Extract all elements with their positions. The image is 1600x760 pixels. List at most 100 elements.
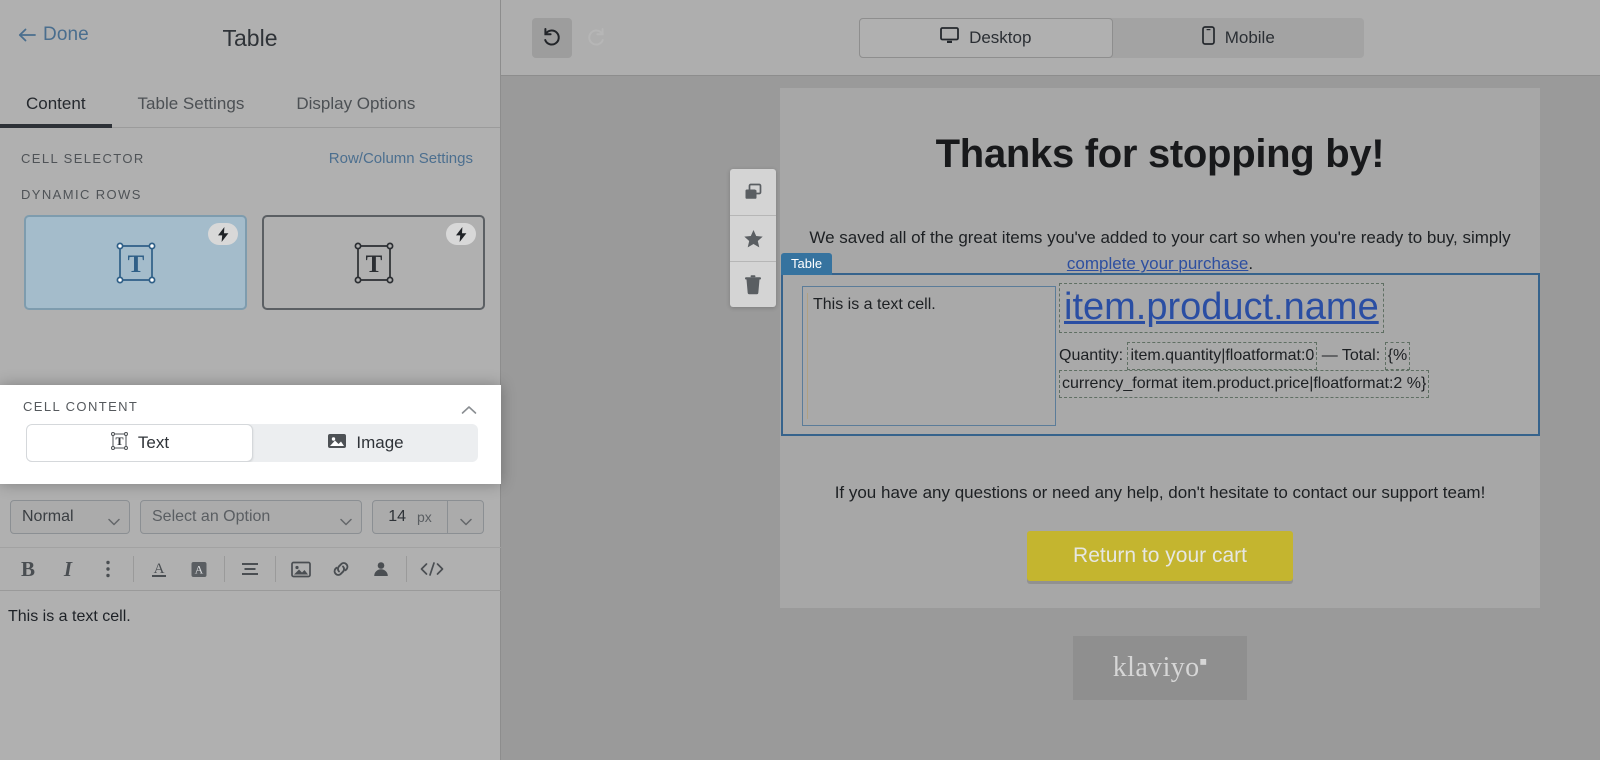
quantity-total-line: Quantity: item.quantity|floatformat:0 — … xyxy=(1059,342,1524,398)
highlight-color-icon[interactable]: A xyxy=(179,549,219,589)
paragraph-style-select[interactable]: Normal xyxy=(10,500,130,534)
favorite-star-icon[interactable] xyxy=(730,215,776,261)
table-cell-left-text: This is a text cell. xyxy=(813,296,936,313)
insert-image-icon[interactable] xyxy=(281,549,321,589)
email-body: Thanks for stopping by! We saved all of … xyxy=(780,88,1540,278)
cell-content-text-label: Text xyxy=(138,433,169,453)
email-canvas: Thanks for stopping by! We saved all of … xyxy=(501,76,1600,760)
svg-text:A: A xyxy=(154,561,165,577)
email-intro-text: We saved all of the great items you've a… xyxy=(804,225,1516,278)
cell-content-type-toggle: T Text Image xyxy=(26,424,478,462)
row-column-settings-link[interactable]: Row/Column Settings xyxy=(329,150,473,167)
history-controls xyxy=(532,18,616,58)
dynamic-rows-label: DYNAMIC ROWS xyxy=(0,167,500,202)
quantity-label: Quantity: xyxy=(1059,347,1123,364)
more-options-icon[interactable] xyxy=(88,549,128,589)
toolbar-divider xyxy=(406,556,407,582)
source-code-icon[interactable] xyxy=(412,549,452,589)
toolbar-divider xyxy=(224,556,225,582)
duplicate-icon[interactable] xyxy=(730,169,776,215)
image-icon xyxy=(327,432,347,455)
mobile-icon xyxy=(1202,26,1215,50)
table-badge: Table xyxy=(781,253,832,275)
chevron-down-icon xyxy=(340,513,352,521)
delete-trash-icon[interactable] xyxy=(730,261,776,307)
email-intro-before: We saved all of the great items you've a… xyxy=(809,228,1510,247)
align-icon[interactable] xyxy=(230,549,270,589)
total-token-rest: currency_format item.product.price|float… xyxy=(1059,370,1429,398)
undo-icon[interactable] xyxy=(532,18,572,58)
dynamic-rows-cells: T xyxy=(0,202,500,310)
cell-content-label: CELL CONTENT xyxy=(23,399,138,414)
done-button[interactable]: Done xyxy=(18,24,89,46)
view-desktop-label: Desktop xyxy=(969,28,1031,48)
view-desktop-button[interactable]: Desktop xyxy=(859,18,1113,58)
italic-icon[interactable]: I xyxy=(48,549,88,589)
cell-selector-label: CELL SELECTOR xyxy=(21,151,145,166)
table-cell-left[interactable]: This is a text cell. xyxy=(802,286,1056,426)
text-frame-icon: T xyxy=(114,239,158,287)
rich-text-toolbar: B I A A xyxy=(0,547,501,591)
quantity-token: item.quantity|floatformat:0 xyxy=(1127,342,1317,370)
insert-link-icon[interactable] xyxy=(321,549,361,589)
logo-square-icon: ■ xyxy=(1200,655,1208,669)
tab-content[interactable]: Content xyxy=(0,94,112,127)
sidebar-tabs: Content Table Settings Display Options xyxy=(0,76,500,128)
chevron-up-icon[interactable] xyxy=(461,402,477,412)
product-name-token[interactable]: item.product.name xyxy=(1059,283,1384,333)
dynamic-row-cell-2[interactable]: T xyxy=(262,215,485,310)
sidebar-header: Done Table xyxy=(0,0,500,76)
table-selection[interactable]: Table This is a text cell. item.product.… xyxy=(781,273,1540,436)
view-mobile-label: Mobile xyxy=(1225,28,1275,48)
svg-text:T: T xyxy=(365,251,382,278)
view-mobile-button[interactable]: Mobile xyxy=(1113,18,1365,58)
cell-selector-header: CELL SELECTOR Row/Column Settings xyxy=(0,128,500,167)
quantity-separator: — xyxy=(1322,347,1338,364)
font-family-select[interactable]: Select an Option xyxy=(140,500,362,534)
email-support-text: If you have any questions or need any he… xyxy=(804,483,1516,503)
toolbar-divider xyxy=(275,556,276,582)
email-intro-after: . xyxy=(1248,254,1253,273)
tab-display-options[interactable]: Display Options xyxy=(270,94,441,127)
toolbar-divider xyxy=(133,556,134,582)
done-label: Done xyxy=(43,24,89,46)
cell-content-image-button[interactable]: Image xyxy=(253,424,478,462)
brand-footer: klaviyo■ xyxy=(780,636,1540,700)
dynamic-row-cell-1[interactable]: T xyxy=(24,215,247,310)
desktop-icon xyxy=(940,27,959,49)
tab-table-settings[interactable]: Table Settings xyxy=(112,94,271,127)
chevron-down-icon xyxy=(108,513,120,521)
total-token-open: {% xyxy=(1385,342,1411,370)
font-size-unit: px xyxy=(417,509,432,525)
text-editor-area[interactable]: This is a text cell. xyxy=(0,591,501,626)
total-label: Total: xyxy=(1342,347,1380,364)
email-support-block: If you have any questions or need any he… xyxy=(804,463,1516,581)
cell-content-panel: CELL CONTENT T xyxy=(0,385,501,484)
format-row: Normal Select an Option 14 px xyxy=(0,484,501,534)
font-family-value: Select an Option xyxy=(152,508,270,526)
font-size-stepper[interactable]: 14 px xyxy=(372,500,484,534)
return-to-cart-button[interactable]: Return to your cart xyxy=(1027,531,1293,581)
text-frame-icon: T xyxy=(110,431,129,456)
cell-content-text-button[interactable]: T Text xyxy=(26,424,253,462)
text-color-icon[interactable]: A xyxy=(139,549,179,589)
font-size-value-wrap: 14 px xyxy=(373,501,447,533)
paragraph-style-value: Normal xyxy=(22,508,74,526)
view-mode-toggle: Desktop Mobile xyxy=(859,18,1364,58)
text-format-section: Normal Select an Option 14 px xyxy=(0,484,501,626)
bold-icon[interactable]: B xyxy=(8,549,48,589)
font-size-dropdown-button[interactable] xyxy=(447,501,483,533)
svg-text:A: A xyxy=(195,563,204,577)
svg-text:T: T xyxy=(127,251,144,278)
dynamic-lightning-icon xyxy=(446,223,476,245)
klaviyo-wordmark: klaviyo xyxy=(1113,652,1200,683)
complete-purchase-link[interactable]: complete your purchase xyxy=(1067,254,1248,273)
personalize-icon[interactable] xyxy=(361,549,401,589)
klaviyo-logo: klaviyo■ xyxy=(1073,636,1247,700)
table-cell-right[interactable]: item.product.name Quantity: item.quantit… xyxy=(1059,283,1524,429)
app-root: Done Table Content Table Settings Displa… xyxy=(0,0,1600,760)
element-actions-toolbar xyxy=(730,169,776,307)
preview-pane: Desktop Mobile Thanks for stopping by! W… xyxy=(501,0,1600,760)
chevron-down-icon xyxy=(460,513,472,521)
cell-content-image-label: Image xyxy=(356,433,403,453)
